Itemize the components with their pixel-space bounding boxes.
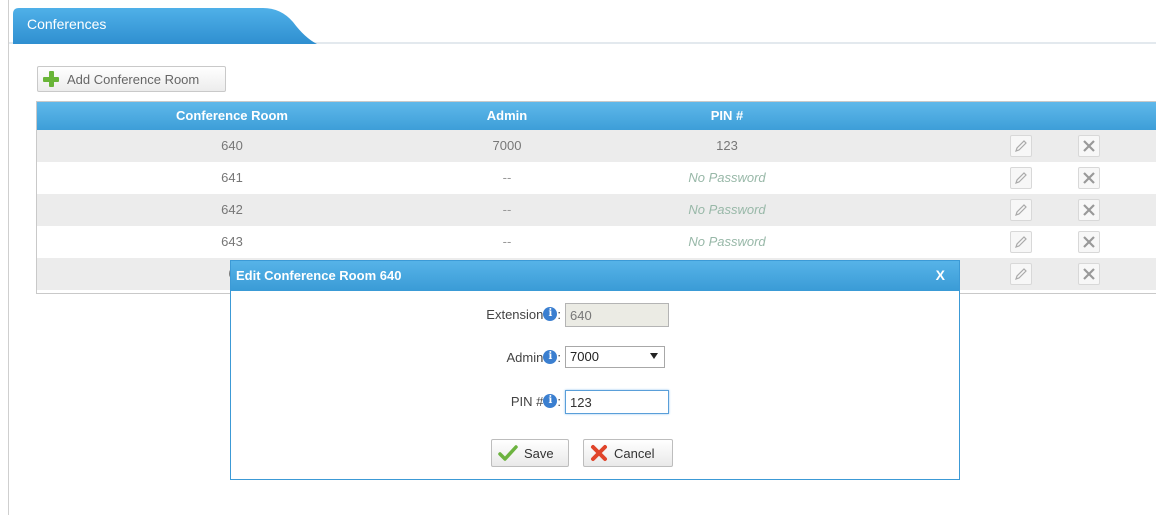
cell-pin: No Password	[688, 170, 766, 185]
info-icon[interactable]: i	[543, 350, 558, 364]
edit-conference-dialog: Edit Conference Room 640 X Extensioni: A…	[230, 260, 960, 480]
cell-room: 641	[221, 170, 243, 185]
edit-button[interactable]	[1010, 263, 1032, 285]
pencil-icon	[1015, 236, 1027, 248]
label-colon: :	[557, 307, 561, 322]
dialog-title: Edit Conference Room 640	[236, 268, 402, 283]
cell-pin: No Password	[688, 202, 766, 217]
dialog-close-button[interactable]: X	[936, 267, 945, 283]
save-label: Save	[524, 445, 554, 461]
delete-x-icon	[1083, 268, 1095, 280]
extension-label: Extension	[486, 307, 544, 322]
header-admin[interactable]: Admin	[457, 108, 557, 123]
admin-select-value: 7000	[570, 349, 599, 364]
dialog-header: Edit Conference Room 640 X	[231, 261, 959, 291]
delete-x-icon	[1083, 140, 1095, 152]
delete-button[interactable]	[1078, 199, 1100, 221]
cell-admin: --	[502, 202, 512, 217]
cancel-button[interactable]: Cancel	[583, 439, 673, 467]
pencil-icon	[1015, 268, 1027, 280]
delete-x-icon	[1083, 172, 1095, 184]
table-header: Conference Room Admin PIN #	[37, 102, 1156, 130]
edit-button[interactable]	[1010, 135, 1032, 157]
extension-label-group: Extension i:	[486, 307, 561, 322]
delete-button[interactable]	[1078, 263, 1100, 285]
checkmark-icon	[498, 445, 518, 461]
edit-button[interactable]	[1010, 167, 1032, 189]
table-row: 640 7000 123	[37, 130, 1156, 162]
pin-label-group: PIN # i:	[511, 394, 561, 409]
table-row: 642 -- No Password	[37, 194, 1156, 226]
delete-button[interactable]	[1078, 167, 1100, 189]
plus-icon	[43, 71, 59, 87]
cancel-x-icon	[591, 445, 607, 461]
cell-admin: --	[502, 170, 512, 185]
info-icon[interactable]: i	[543, 307, 558, 321]
cell-pin: 123	[716, 138, 738, 153]
cancel-label: Cancel	[614, 445, 655, 461]
cell-room: 642	[221, 202, 243, 217]
add-button-label: Add Conference Room	[67, 71, 200, 87]
admin-row: Admin i: 7000	[231, 346, 959, 370]
tab-bar: Conferences	[9, 0, 1156, 44]
pin-field[interactable]	[565, 390, 669, 414]
cell-admin: 7000	[492, 138, 522, 153]
pencil-icon	[1015, 204, 1027, 216]
cell-room: 643	[221, 234, 243, 249]
header-pin[interactable]: PIN #	[677, 108, 777, 123]
delete-x-icon	[1083, 204, 1095, 216]
table-row: 643 -- No Password	[37, 226, 1156, 258]
header-conference-room[interactable]: Conference Room	[157, 108, 307, 123]
admin-select[interactable]: 7000	[565, 346, 665, 368]
chevron-down-icon	[650, 353, 658, 359]
add-conference-room-button[interactable]: Add Conference Room	[37, 66, 226, 92]
delete-button[interactable]	[1078, 231, 1100, 253]
tab-conferences[interactable]: Conferences	[13, 8, 317, 44]
label-colon: :	[557, 350, 561, 365]
pencil-icon	[1015, 140, 1027, 152]
cell-admin: --	[502, 234, 512, 249]
cell-room: 640	[221, 138, 243, 153]
cell-pin: No Password	[688, 234, 766, 249]
edit-button[interactable]	[1010, 231, 1032, 253]
extension-field[interactable]	[565, 303, 669, 327]
label-colon: :	[557, 394, 561, 409]
pin-label: PIN #	[510, 394, 544, 409]
admin-label-group: Admin i:	[507, 350, 561, 365]
delete-button[interactable]	[1078, 135, 1100, 157]
table-row: 641 -- No Password	[37, 162, 1156, 194]
edit-button[interactable]	[1010, 199, 1032, 221]
delete-x-icon	[1083, 236, 1095, 248]
tab-label: Conferences	[27, 16, 107, 32]
info-icon[interactable]: i	[543, 394, 558, 408]
admin-label: Admin	[506, 350, 544, 365]
pin-row: PIN # i:	[231, 390, 959, 414]
extension-row: Extension i:	[231, 303, 959, 327]
pencil-icon	[1015, 172, 1027, 184]
save-button[interactable]: Save	[491, 439, 569, 467]
